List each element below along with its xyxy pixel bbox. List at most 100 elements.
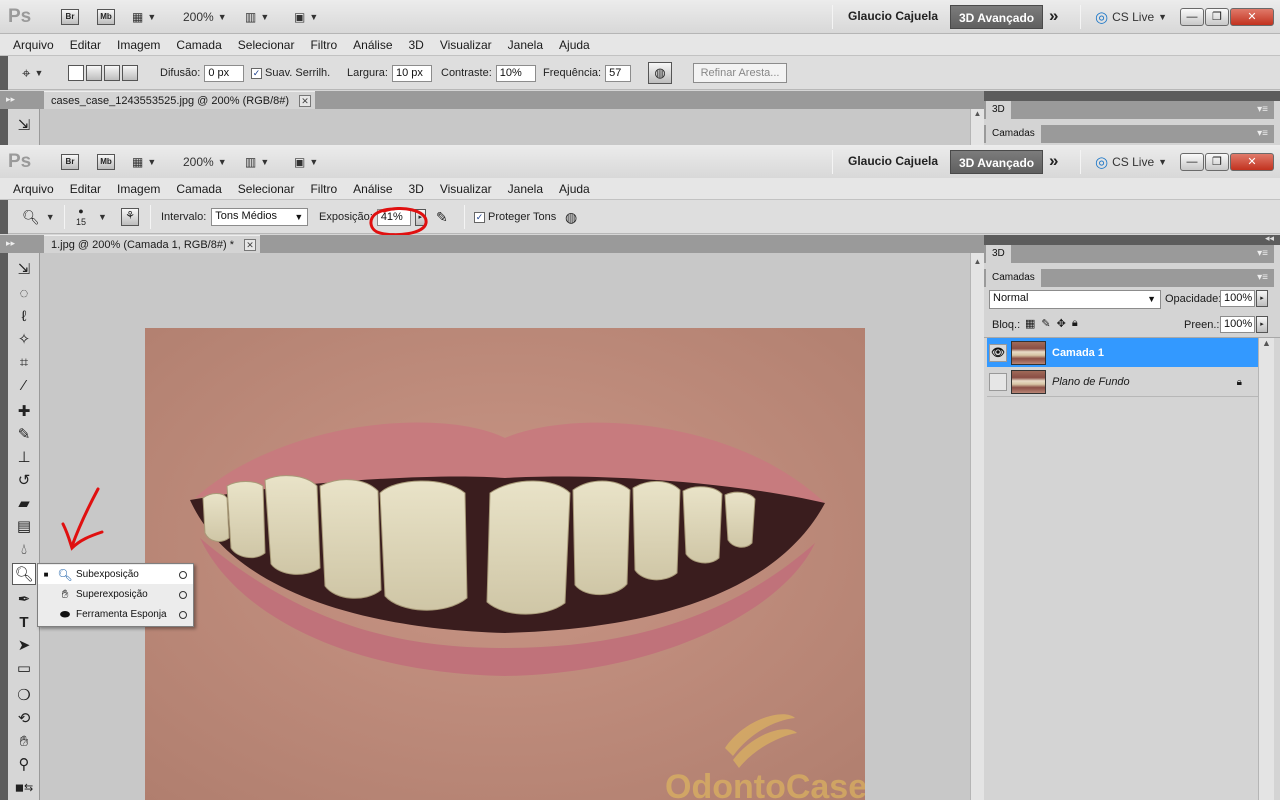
path-selection-tool-icon[interactable]: ➤ (12, 635, 36, 657)
minibridge-button[interactable]: Mb (97, 154, 115, 170)
workspace-user-name[interactable]: Glaucio Cajuela (848, 154, 938, 168)
layer-visibility-eye-icon[interactable]: 👁︎ (989, 343, 1007, 362)
document-tab[interactable]: 1.jpg @ 200% (Camada 1, RGB/8#) * ✕ (44, 235, 260, 253)
hand-tool-icon[interactable]: ✋︎ (12, 731, 36, 753)
menu-arquivo[interactable]: Arquivo (5, 178, 62, 200)
minimize-button[interactable]: — (1180, 153, 1204, 171)
close-button[interactable]: ✕ (1230, 8, 1274, 26)
menu-selecionar[interactable]: Selecionar (230, 34, 303, 56)
menu-camada[interactable]: Camada (168, 178, 229, 200)
fill-slider-icon[interactable]: ▸ (1256, 316, 1268, 333)
panel-menu-icon[interactable]: ▾≡ (1257, 272, 1268, 283)
menu-imagem[interactable]: Imagem (109, 178, 168, 200)
close-button[interactable]: ✕ (1230, 153, 1274, 171)
menu-editar[interactable]: Editar (62, 34, 109, 56)
back-3d-panel-tab[interactable]: 3D (986, 101, 1011, 119)
menu-3d[interactable]: 3D (401, 34, 432, 56)
menu-janela[interactable]: Janela (500, 178, 551, 200)
eraser-tool-icon[interactable]: ▰ (12, 493, 36, 515)
add-selection-icon[interactable] (86, 65, 102, 81)
restore-button[interactable]: ❐ (1205, 153, 1229, 171)
lock-all-icon[interactable]: 🔒︎ (1072, 317, 1078, 330)
zoom-level-dropdown[interactable]: 200% ▼ (183, 154, 227, 170)
view-extras-button[interactable]: ▦ ▼ (132, 154, 156, 170)
back-document-close-icon[interactable]: ✕ (299, 95, 312, 107)
subtract-selection-icon[interactable] (104, 65, 120, 81)
view-extras-button[interactable]: ▦ ▼ (132, 9, 156, 25)
healing-brush-tool-icon[interactable]: ✚ (12, 401, 36, 423)
minibridge-button[interactable]: Mb (97, 9, 115, 25)
back-document-tab[interactable]: cases_case_1243553525.jpg @ 200% (RGB/8#… (44, 91, 316, 109)
menu-janela[interactable]: Janela (500, 34, 551, 56)
layer-row-plano-de-fundo[interactable]: Plano de Fundo 🔒︎ (987, 368, 1258, 397)
menu-arquivo[interactable]: Arquivo (5, 34, 62, 56)
zoom-level-dropdown[interactable]: 200% ▼ (183, 9, 227, 25)
flyout-item-esponja[interactable]: ⬬ Ferramenta Esponja (38, 605, 193, 624)
move-tool-icon[interactable]: ⇲ (12, 259, 36, 281)
blend-mode-select[interactable]: Normal ▼ (989, 290, 1161, 309)
menu-ajuda[interactable]: Ajuda (551, 34, 598, 56)
layers-panel-tab[interactable]: Camadas (986, 269, 1041, 287)
document-close-icon[interactable]: ✕ (243, 239, 256, 251)
type-tool-icon[interactable]: T (12, 612, 36, 634)
brush-picker[interactable]: ● 15 (76, 200, 86, 234)
quick-selection-tool-icon[interactable]: ✧ (12, 329, 36, 351)
layer-visibility-eye-icon[interactable] (989, 373, 1007, 391)
lock-pixels-icon[interactable]: ✎ (1041, 317, 1050, 330)
menu-analise[interactable]: Análise (345, 34, 400, 56)
flyout-item-subexposicao[interactable]: ■ 🔍︎ Subexposição (38, 565, 193, 584)
cs-live-button[interactable]: ◎ CS Live ▼ (1095, 154, 1167, 171)
menu-visualizar[interactable]: Visualizar (432, 178, 500, 200)
3d-panel-tab[interactable]: 3D (986, 245, 1011, 263)
vertical-scrollbar[interactable]: ▲ (970, 253, 984, 800)
airbrush-icon[interactable]: ✎ (436, 200, 448, 234)
minimize-button[interactable]: — (1180, 8, 1204, 26)
screen-mode-button[interactable]: ▣ ▼ (294, 9, 318, 25)
zoom-tool-icon[interactable]: ⚲ (12, 754, 36, 776)
menu-filtro[interactable]: Filtro (302, 34, 345, 56)
menu-ajuda[interactable]: Ajuda (551, 178, 598, 200)
fill-field[interactable]: 100% (1220, 316, 1255, 333)
menu-analise[interactable]: Análise (345, 178, 400, 200)
dodge-tool-icon[interactable]: 🔍︎ (12, 563, 36, 585)
intersect-selection-icon[interactable] (122, 65, 138, 81)
3d-rotate-tool-icon[interactable]: ❍ (12, 685, 36, 707)
restore-button[interactable]: ❐ (1205, 8, 1229, 26)
largura-field[interactable]: 10 px (391, 64, 432, 82)
lock-transparency-icon[interactable]: ▦ (1025, 317, 1035, 330)
opacity-field[interactable]: 100% (1220, 290, 1255, 307)
menu-editar[interactable]: Editar (62, 178, 109, 200)
bridge-button[interactable]: Br (61, 9, 79, 25)
brush-panel-toggle-icon[interactable]: ⚘ (121, 208, 139, 226)
refinar-aresta-button[interactable]: Refinar Aresta... (693, 63, 787, 83)
tablet-pressure-icon[interactable]: ◍ (565, 200, 577, 234)
new-selection-icon[interactable] (68, 65, 84, 81)
workspace-more-button[interactable]: » (1049, 151, 1058, 171)
color-swatches-icon[interactable]: ◼⇆ (12, 777, 36, 799)
suav-serrilh-checkbox[interactable]: ✓ (251, 67, 262, 79)
frequencia-field[interactable]: 57 (605, 64, 632, 82)
arrange-documents-button[interactable]: ▥ ▼ (245, 154, 269, 170)
3d-orbit-tool-icon[interactable]: ⟲ (12, 708, 36, 730)
menu-camada[interactable]: Camada (168, 34, 229, 56)
blur-tool-icon[interactable]: 💧︎ (12, 539, 36, 561)
menu-3d[interactable]: 3D (401, 178, 432, 200)
tablet-pressure-icon[interactable]: ◍ (648, 62, 672, 84)
workspace-active-button[interactable]: 3D Avançado (950, 150, 1044, 174)
bridge-button[interactable]: Br (61, 154, 79, 170)
marquee-tool-icon[interactable]: ◌ (12, 283, 36, 305)
screen-mode-button[interactable]: ▣ ▼ (294, 154, 318, 170)
difusao-field[interactable]: 0 px (204, 64, 245, 82)
shape-tool-icon[interactable]: ▭ (12, 658, 36, 680)
back-layers-panel-tab[interactable]: Camadas (986, 125, 1041, 143)
layers-scrollbar[interactable]: ▲ (1258, 338, 1274, 800)
contraste-field[interactable]: 10% (495, 64, 536, 82)
eyedropper-tool-icon[interactable]: ⁄ (12, 375, 36, 397)
workspace-more-button[interactable]: » (1049, 6, 1058, 26)
crop-tool-icon[interactable]: ⌗ (12, 352, 36, 374)
lasso-tool-icon[interactable]: ℓ (12, 306, 36, 328)
document-image[interactable]: OdontoCases (145, 328, 865, 800)
brush-tool-icon[interactable]: ✎ (12, 424, 36, 446)
menu-filtro[interactable]: Filtro (302, 178, 345, 200)
proteger-tons-checkbox[interactable]: ✓ (474, 211, 485, 223)
